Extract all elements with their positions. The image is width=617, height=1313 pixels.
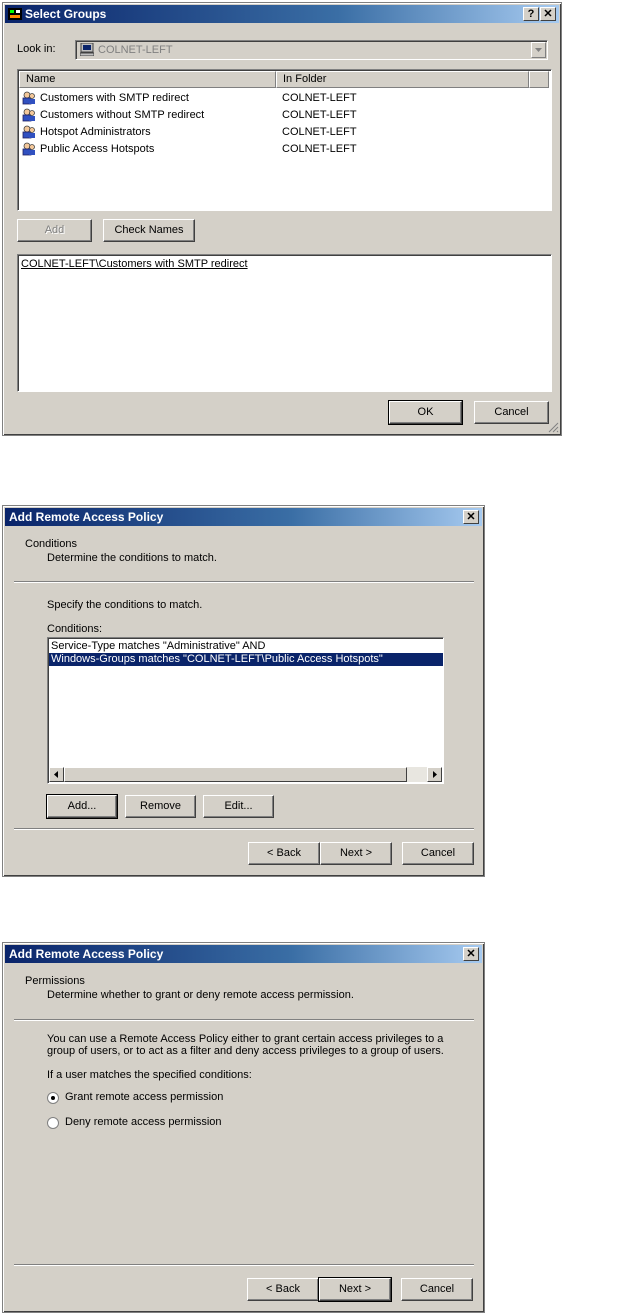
arrow-right-icon [433,771,437,778]
group-icon [22,142,35,156]
close-button[interactable]: ✕ [540,7,556,21]
permissions-dialog: Add Remote Access Policy ✕ Permissions D… [2,942,485,1313]
check-names-button[interactable]: Check Names [103,219,195,242]
ok-button[interactable]: OK [388,400,463,425]
scroll-right-button[interactable] [427,767,442,782]
conditions-list-label: Conditions: [47,623,103,635]
scroll-thumb[interactable] [64,767,407,782]
permissions-description-line2: group of users, or to act as a filter an… [47,1045,444,1057]
chevron-down-icon[interactable] [531,42,546,58]
remove-condition-button[interactable]: Remove [125,795,196,818]
groups-list[interactable]: Name In Folder Customers with SMTP redir… [17,69,552,211]
select-groups-dialog: Select Groups ? ✕ Look in: COLNET-LEFT N… [2,2,562,436]
horizontal-scrollbar[interactable] [49,767,442,782]
footer-divider [14,828,474,830]
next-button[interactable]: Next > [320,842,392,865]
close-icon: ✕ [466,948,476,960]
group-folder: COLNET-LEFT [282,126,357,138]
conditions-title: Add Remote Access Policy [9,510,164,524]
column-header-extra[interactable] [529,71,549,88]
cancel-button[interactable]: Cancel [401,1278,473,1301]
grant-radio[interactable] [47,1092,59,1104]
cancel-button[interactable]: Cancel [402,842,474,865]
resize-grip-icon[interactable] [547,421,559,433]
help-button[interactable]: ? [523,7,539,21]
look-in-dropdown[interactable]: COLNET-LEFT [75,40,548,60]
close-button[interactable]: ✕ [463,510,479,524]
add-button[interactable]: Add [17,219,92,242]
conditions-list[interactable]: Service-Type matches "Administrative" AN… [47,637,444,784]
group-folder: COLNET-LEFT [282,143,357,155]
back-button[interactable]: < Back [248,842,320,865]
computer-icon [80,43,94,56]
help-icon: ? [527,8,535,20]
app-icon [8,8,22,20]
group-name: Public Access Hotspots [40,143,155,155]
permissions-heading: Permissions [25,975,85,987]
conditions-instruction: Specify the conditions to match. [47,599,203,611]
group-folder: COLNET-LEFT [282,92,357,104]
grant-radio-label[interactable]: Grant remote access permission [65,1091,223,1103]
select-groups-titlebar[interactable]: Select Groups ? ✕ [5,5,559,23]
permissions-titlebar[interactable]: Add Remote Access Policy ✕ [5,945,482,963]
conditions-dialog: Add Remote Access Policy ✕ Conditions De… [2,505,485,877]
back-button[interactable]: < Back [247,1278,319,1301]
group-name: Hotspot Administrators [40,126,151,138]
list-item-selected[interactable]: Windows-Groups matches "COLNET-LEFT\Publ… [49,653,443,666]
column-header-in-folder[interactable]: In Folder [276,71,529,88]
add-condition-button[interactable]: Add... [46,794,118,819]
deny-radio[interactable] [47,1117,59,1129]
conditions-subheading: Determine the conditions to match. [47,552,217,564]
selected-groups-box[interactable]: COLNET-LEFT\Customers with SMTP redirect [17,254,552,392]
header-divider [14,581,474,583]
list-item[interactable]: Service-Type matches "Administrative" AN… [49,640,443,653]
close-icon: ✕ [543,8,553,20]
list-item[interactable]: Customers with SMTP redirect COLNET-LEFT [20,90,545,107]
selected-group-text[interactable]: COLNET-LEFT\Customers with SMTP redirect [21,258,248,270]
group-name: Customers with SMTP redirect [40,92,189,104]
permissions-question: If a user matches the specified conditio… [47,1069,252,1081]
look-in-value: COLNET-LEFT [98,44,173,56]
radio-selected-dot [51,1096,55,1100]
footer-divider [14,1264,474,1266]
permissions-subheading: Determine whether to grant or deny remot… [47,989,354,1001]
group-icon [22,125,35,139]
close-button[interactable]: ✕ [463,947,479,961]
header-divider [14,1019,474,1021]
list-item[interactable]: Public Access Hotspots COLNET-LEFT [20,141,545,158]
group-folder: COLNET-LEFT [282,109,357,121]
select-groups-title: Select Groups [25,7,107,21]
permissions-description-line1: You can use a Remote Access Policy eithe… [47,1033,444,1045]
deny-radio-label[interactable]: Deny remote access permission [65,1116,222,1128]
conditions-heading: Conditions [25,538,77,550]
group-name: Customers without SMTP redirect [40,109,205,121]
close-icon: ✕ [466,511,476,523]
arrow-left-icon [54,771,58,778]
conditions-titlebar[interactable]: Add Remote Access Policy ✕ [5,508,482,526]
scroll-left-button[interactable] [49,767,64,782]
look-in-label: Look in: [17,43,56,55]
group-icon [22,108,35,122]
cancel-button[interactable]: Cancel [474,401,549,424]
list-item[interactable]: Hotspot Administrators COLNET-LEFT [20,124,545,141]
permissions-title: Add Remote Access Policy [9,947,164,961]
edit-condition-button[interactable]: Edit... [203,795,274,818]
next-button[interactable]: Next > [318,1277,392,1302]
group-icon [22,91,35,105]
column-header-name[interactable]: Name [19,71,276,88]
list-item[interactable]: Customers without SMTP redirect COLNET-L… [20,107,545,124]
